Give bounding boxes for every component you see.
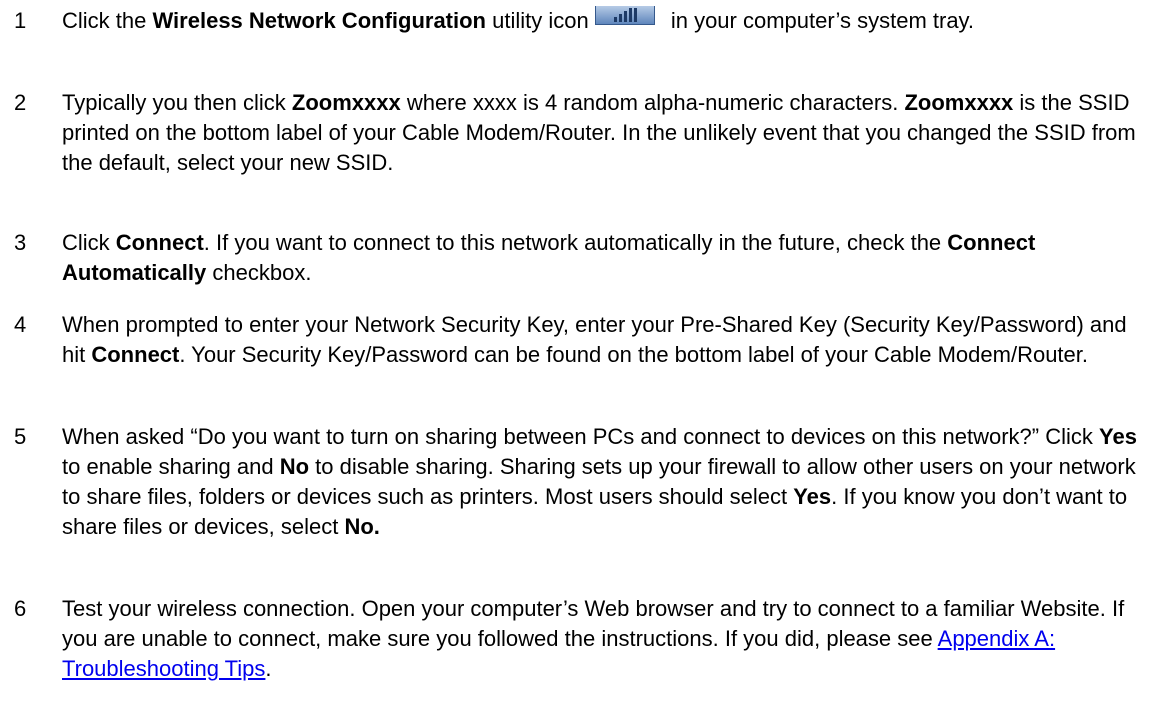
step-5: 5 When asked “Do you want to turn on sha… <box>14 422 1139 542</box>
step-number: 5 <box>14 424 27 449</box>
step-text: When asked “Do you want to turn on shari… <box>62 424 1137 539</box>
step-number: 3 <box>14 230 27 255</box>
step-text: Click Connect. If you want to connect to… <box>62 230 1036 285</box>
step-number: 1 <box>14 8 27 33</box>
step-1: 1 Click the Wireless Network Configurati… <box>14 6 1139 36</box>
step-number: 4 <box>14 312 27 337</box>
step-text: When prompted to enter your Network Secu… <box>62 312 1127 367</box>
step-3: 3 Click Connect. If you want to connect … <box>14 228 1139 288</box>
step-4: 4 When prompted to enter your Network Se… <box>14 310 1139 370</box>
wireless-signal-tray-icon <box>594 6 655 25</box>
step-number: 2 <box>14 90 27 115</box>
step-text: Typically you then click Zoomxxxx where … <box>62 90 1136 175</box>
step-number: 6 <box>14 596 27 621</box>
step-text: Test your wireless connection. Open your… <box>62 596 1125 681</box>
step-6: 6 Test your wireless connection. Open yo… <box>14 594 1139 684</box>
step-text: Click the Wireless Network Configuration… <box>62 6 975 33</box>
step-2: 2 Typically you then click Zoomxxxx wher… <box>14 88 1139 178</box>
